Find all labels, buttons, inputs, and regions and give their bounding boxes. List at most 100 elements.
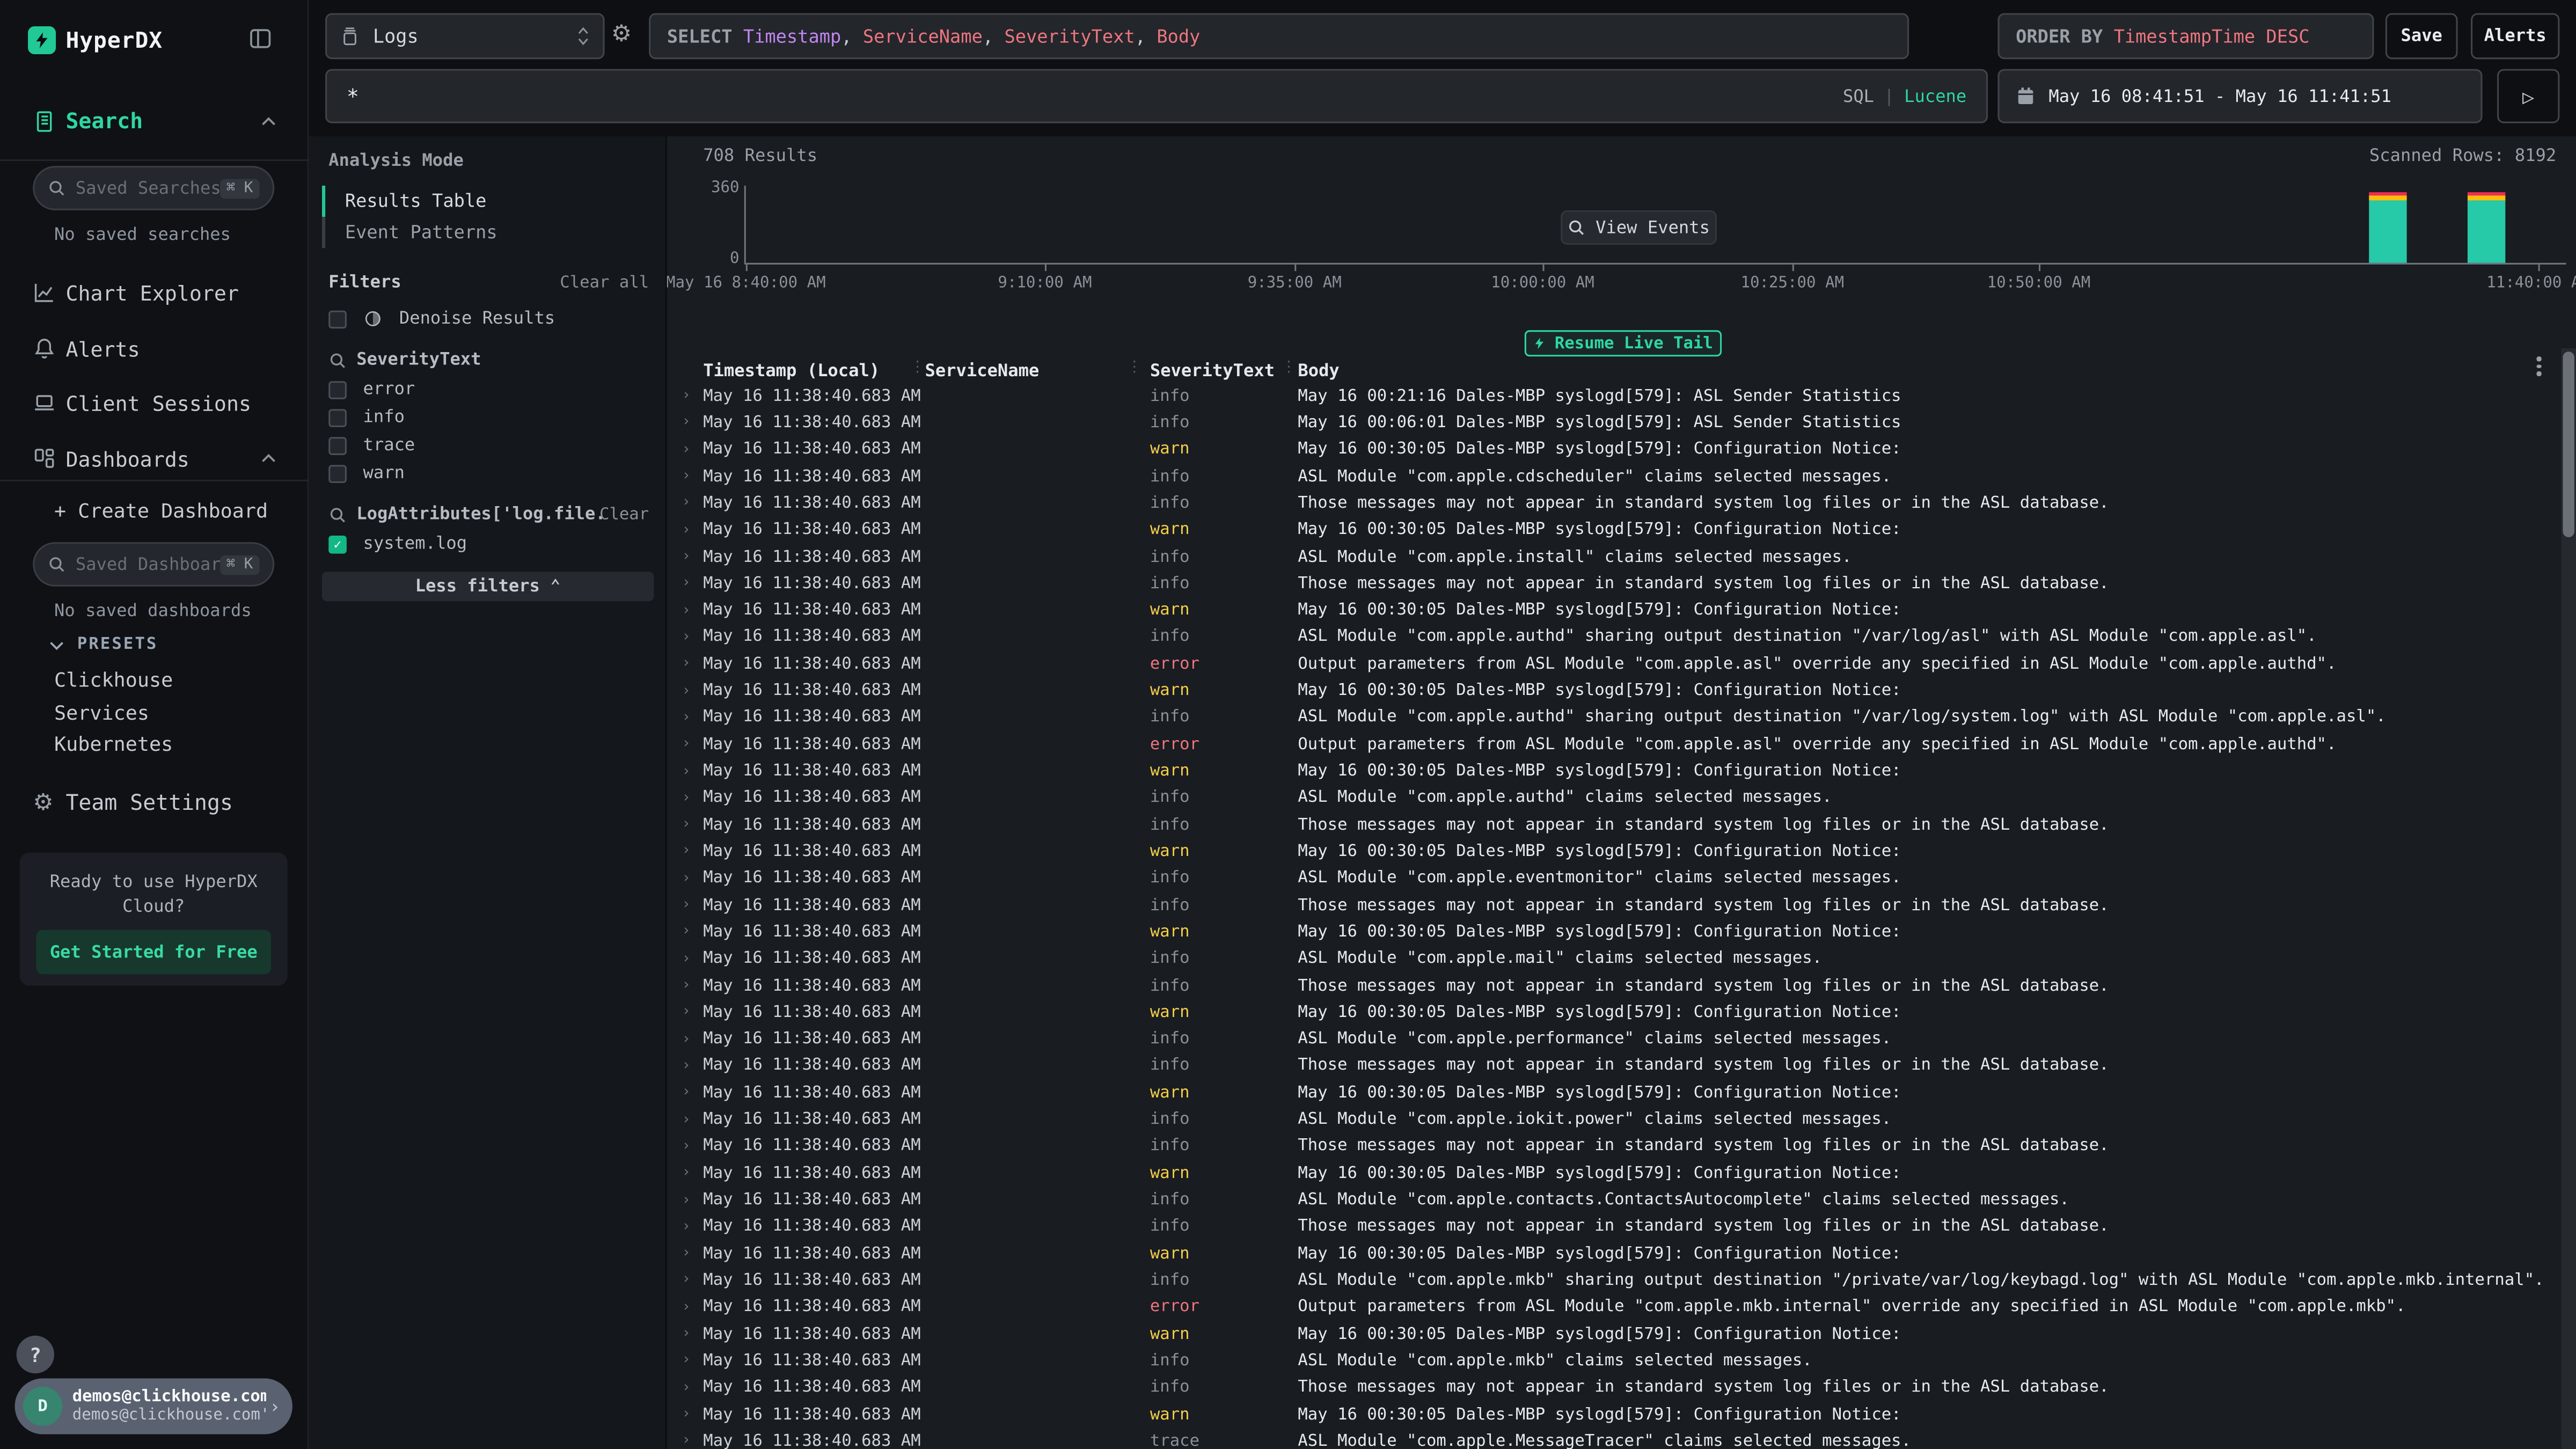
attr-filter-option[interactable]: ✓ system.log	[328, 534, 467, 554]
row-expand-chevron-icon[interactable]: ›	[667, 709, 703, 726]
log-row[interactable]: ›May 16 11:38:40.683 AMwarnMay 16 00:30:…	[667, 838, 2556, 865]
row-expand-chevron-icon[interactable]: ›	[667, 763, 703, 780]
log-row[interactable]: ›May 16 11:38:40.683 AMwarnMay 16 00:30:…	[667, 999, 2556, 1026]
log-row[interactable]: ›May 16 11:38:40.683 AMinfoThose message…	[667, 1374, 2556, 1401]
sidebar-item-search[interactable]: Search	[0, 102, 309, 141]
column-resize-handle[interactable]: ⋮	[1127, 360, 1140, 376]
presets-toggle[interactable]: PRESETS	[49, 636, 158, 654]
row-expand-chevron-icon[interactable]: ›	[667, 522, 703, 539]
user-menu[interactable]: D demos@clickhouse.com demos@clickhouse.…	[15, 1378, 292, 1434]
row-expand-chevron-icon[interactable]: ›	[667, 1380, 703, 1396]
row-expand-chevron-icon[interactable]: ›	[667, 790, 703, 807]
row-expand-chevron-icon[interactable]: ›	[667, 1085, 703, 1101]
log-row[interactable]: ›May 16 11:38:40.683 AMinfoThose message…	[667, 811, 2556, 838]
date-range-picker[interactable]: May 16 08:41:51 - May 16 11:41:51	[1997, 69, 2482, 123]
row-expand-chevron-icon[interactable]: ›	[667, 1407, 703, 1423]
analysis-mode-option[interactable]: Event Patterns	[322, 217, 650, 248]
clear-attr-filter-link[interactable]: Clear	[599, 506, 649, 524]
row-expand-chevron-icon[interactable]: ›	[667, 897, 703, 914]
log-row[interactable]: ›May 16 11:38:40.683 AMinfoASL Module "c…	[667, 785, 2556, 811]
sidebar-item-dashboards[interactable]: Dashboards	[0, 438, 309, 478]
checkbox[interactable]	[328, 380, 347, 399]
row-expand-chevron-icon[interactable]: ›	[667, 1326, 703, 1343]
log-row[interactable]: ›May 16 11:38:40.683 AMinfoThose message…	[667, 892, 2556, 919]
row-expand-chevron-icon[interactable]: ›	[667, 817, 703, 833]
analysis-mode-option[interactable]: Results Table	[322, 186, 650, 217]
row-expand-chevron-icon[interactable]: ›	[667, 388, 703, 405]
row-expand-chevron-icon[interactable]: ›	[667, 1111, 703, 1128]
log-row[interactable]: ›May 16 11:38:40.683 AMwarnMay 16 00:30:…	[667, 436, 2556, 463]
sidebar-item-alerts[interactable]: Alerts	[0, 328, 309, 368]
preset-item[interactable]: Clickhouse	[54, 669, 173, 692]
col-timestamp[interactable]: Timestamp (Local)	[703, 361, 925, 380]
col-severitytext[interactable]: SeverityText	[1150, 361, 1298, 380]
sidebar-item-client-sessions[interactable]: Client Sessions	[0, 383, 309, 422]
log-row[interactable]: ›May 16 11:38:40.683 AMwarnMay 16 00:30:…	[667, 1401, 2556, 1428]
sidebar-item-chart-explorer[interactable]: Chart Explorer	[0, 273, 309, 312]
row-expand-chevron-icon[interactable]: ›	[667, 1031, 703, 1048]
checkbox[interactable]	[328, 464, 347, 482]
log-row[interactable]: ›May 16 11:38:40.683 AMinfoThose message…	[667, 972, 2556, 999]
less-filters-button[interactable]: Less filters ⌃	[322, 572, 654, 601]
log-row[interactable]: ›May 16 11:38:40.683 AMinfoASL Module "c…	[667, 544, 2556, 570]
clear-all-link[interactable]: Clear all	[560, 274, 649, 292]
search-query-input[interactable]: * SQL | Lucene	[325, 69, 1988, 123]
row-expand-chevron-icon[interactable]: ›	[667, 1004, 703, 1021]
order-by-input[interactable]: ORDER BY TimestampTime DESC	[1997, 13, 2374, 59]
log-row[interactable]: ›May 16 11:38:40.683 AMinfoASL Module "c…	[667, 865, 2556, 892]
saved-searches-input[interactable]: Saved Searches ⌘ K	[33, 166, 274, 210]
log-row[interactable]: ›May 16 11:38:40.683 AMwarnMay 16 00:30:…	[667, 1321, 2556, 1348]
severity-filter-option[interactable]: info	[328, 407, 405, 427]
row-expand-chevron-icon[interactable]: ›	[667, 656, 703, 672]
log-row[interactable]: ›May 16 11:38:40.683 AMinfoThose message…	[667, 1053, 2556, 1080]
row-expand-chevron-icon[interactable]: ›	[667, 683, 703, 699]
mode-lucene-toggle[interactable]: Lucene	[1904, 86, 1966, 106]
preset-item[interactable]: Services	[54, 701, 149, 724]
log-row[interactable]: ›May 16 11:38:40.683 AMinfoMay 16 00:06:…	[667, 409, 2556, 436]
histogram-bar[interactable]	[2369, 192, 2406, 263]
col-body[interactable]: Body	[1298, 361, 2556, 380]
sidebar-collapse-icon[interactable]	[248, 26, 273, 51]
denoise-filter[interactable]: Denoise Results	[328, 309, 555, 329]
row-expand-chevron-icon[interactable]: ›	[667, 1353, 703, 1370]
row-expand-chevron-icon[interactable]: ›	[667, 924, 703, 941]
row-expand-chevron-icon[interactable]: ›	[667, 736, 703, 753]
row-expand-chevron-icon[interactable]: ›	[667, 1299, 703, 1316]
row-expand-chevron-icon[interactable]: ›	[667, 1433, 703, 1449]
get-started-button[interactable]: Get Started for Free	[36, 930, 271, 975]
histogram-bar[interactable]	[2468, 192, 2505, 263]
row-expand-chevron-icon[interactable]: ›	[667, 951, 703, 968]
run-query-button[interactable]: ▷	[2497, 69, 2559, 123]
row-expand-chevron-icon[interactable]: ›	[667, 978, 703, 994]
sidebar-item-team-settings[interactable]: ⚙ Team Settings	[0, 784, 309, 823]
row-expand-chevron-icon[interactable]: ›	[667, 575, 703, 592]
log-row[interactable]: ›May 16 11:38:40.683 AMwarnMay 16 00:30:…	[667, 758, 2556, 785]
row-expand-chevron-icon[interactable]: ›	[667, 549, 703, 566]
log-row[interactable]: ›May 16 11:38:40.683 AMinfoASL Module "c…	[667, 1107, 2556, 1133]
log-row[interactable]: ›May 16 11:38:40.683 AMwarnMay 16 00:30:…	[667, 1240, 2556, 1267]
log-row[interactable]: ›May 16 11:38:40.683 AMinfoASL Module "c…	[667, 1348, 2556, 1374]
log-row[interactable]: ›May 16 11:38:40.683 AMinfoMay 16 00:21:…	[667, 383, 2556, 409]
col-servicename[interactable]: ServiceName	[925, 361, 1150, 380]
scrollbar-thumb[interactable]	[2563, 352, 2574, 537]
row-expand-chevron-icon[interactable]: ›	[667, 1165, 703, 1182]
log-row[interactable]: ›May 16 11:38:40.683 AMinfoASL Module "c…	[667, 624, 2556, 651]
row-expand-chevron-icon[interactable]: ›	[667, 602, 703, 619]
log-row[interactable]: ›May 16 11:38:40.683 AMinfoASL Module "c…	[667, 705, 2556, 731]
log-row[interactable]: ›May 16 11:38:40.683 AMinfoThose message…	[667, 570, 2556, 597]
row-expand-chevron-icon[interactable]: ›	[667, 844, 703, 860]
log-row[interactable]: ›May 16 11:38:40.683 AMerrorOutput param…	[667, 1294, 2556, 1321]
log-row[interactable]: ›May 16 11:38:40.683 AMerrorOutput param…	[667, 651, 2556, 678]
log-row[interactable]: ›May 16 11:38:40.683 AMinfoThose message…	[667, 1213, 2556, 1240]
save-button[interactable]: Save	[2385, 13, 2458, 59]
log-row[interactable]: ›May 16 11:38:40.683 AMwarnMay 16 00:30:…	[667, 517, 2556, 544]
row-expand-chevron-icon[interactable]: ›	[667, 469, 703, 485]
row-expand-chevron-icon[interactable]: ›	[667, 870, 703, 887]
source-settings-gear-icon[interactable]: ⚙	[611, 21, 632, 48]
saved-dashboards-input[interactable]: Saved Dashboards ⌘ K	[33, 542, 274, 587]
row-expand-chevron-icon[interactable]: ›	[667, 415, 703, 431]
log-row[interactable]: ›May 16 11:38:40.683 AMerrorOutput param…	[667, 731, 2556, 758]
resume-live-tail-button[interactable]: Resume Live Tail	[1525, 330, 1722, 356]
row-expand-chevron-icon[interactable]: ›	[667, 442, 703, 458]
log-row[interactable]: ›May 16 11:38:40.683 AMinfoThose message…	[667, 490, 2556, 517]
